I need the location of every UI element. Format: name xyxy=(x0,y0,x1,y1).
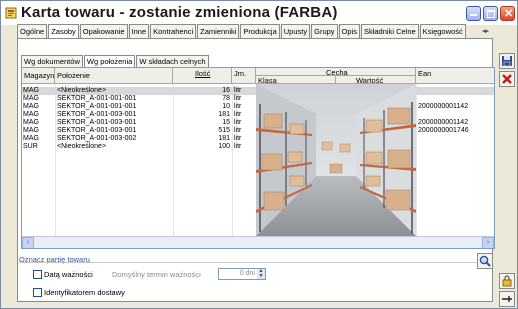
save-icon xyxy=(502,56,512,67)
item-card-icon xyxy=(5,7,17,19)
warehouse-image xyxy=(256,84,416,236)
cell-ilosc: 10 xyxy=(222,103,230,110)
cell-magazyn: MAG xyxy=(23,135,39,142)
column-header-klasa[interactable]: Klasa xyxy=(256,76,336,85)
item-card-window: Karta towaru - zostanie zmieniona (FARBA… xyxy=(0,0,518,309)
default-term-stepper[interactable]: 0 dni ▲ ▼ xyxy=(218,268,266,280)
tab-kontrahenci[interactable]: Kontrahenci xyxy=(150,24,197,38)
pin-button[interactable] xyxy=(499,291,515,307)
stepper-arrows-icon[interactable]: ▲ ▼ xyxy=(257,269,265,279)
stock-location-grid: Magazyn Położenie Ilość Jm. Cecha Klasa … xyxy=(21,67,495,249)
lock-icon xyxy=(502,275,512,287)
unlock-button[interactable] xyxy=(499,273,515,289)
column-header-ilosc[interactable]: Ilość xyxy=(173,68,232,84)
column-header-wartosc[interactable]: Wartość xyxy=(336,76,416,85)
window-title: Karta towaru - zostanie zmieniona (FARBA… xyxy=(21,4,338,21)
cell-jm: litr xyxy=(234,87,242,94)
cell-magazyn: MAG xyxy=(23,111,39,118)
close-icon xyxy=(502,74,512,84)
cell-jm: litr xyxy=(234,135,242,142)
cell-polozenie: SEKTOR_A-001-003-001 xyxy=(57,127,137,134)
cell-magazyn: MAG xyxy=(23,95,39,102)
cell-polozenie: SEKTOR_A-001-003-001 xyxy=(57,119,137,126)
cell-ean: 2000000001142 xyxy=(418,119,469,126)
cell-ean: 2000000001142 xyxy=(418,103,469,110)
horizontal-scrollbar[interactable]: ‹ › xyxy=(22,236,494,248)
pin-icon xyxy=(502,296,512,302)
cell-polozenie: <Nieokreślone> xyxy=(57,143,107,150)
sub-tabs: Wg dokumentów Wg położenia W składach ce… xyxy=(21,55,210,67)
cell-jm: litr xyxy=(234,95,242,102)
cell-polozenie: SEKTOR_A-001-001-001 xyxy=(57,95,137,102)
tab-grupy[interactable]: Grupy xyxy=(311,24,338,38)
cell-ilosc: 16 xyxy=(222,87,230,94)
tab-upusty[interactable]: Upusty xyxy=(280,24,311,38)
delivery-id-label: Identyfikatorem dostawy xyxy=(44,288,125,297)
cell-magazyn: MAG xyxy=(23,87,39,94)
tab-ksiegowosc[interactable]: Księgowość xyxy=(419,24,466,38)
close-button[interactable]: ✕ xyxy=(500,6,515,21)
cancel-button[interactable] xyxy=(499,71,515,87)
minimize-button[interactable] xyxy=(466,6,481,21)
tab-skladniki-celne[interactable]: Składniki Celne xyxy=(360,24,419,38)
tab-scroll-arrows[interactable]: ◂▸ xyxy=(482,27,494,35)
tab-opis[interactable]: Opis xyxy=(338,24,360,38)
cell-ilosc: 181 xyxy=(218,111,230,118)
search-button[interactable] xyxy=(477,253,493,269)
cell-ilosc: 181 xyxy=(218,135,230,142)
group-divider xyxy=(19,262,479,263)
tab-ogolne[interactable]: Ogólne xyxy=(17,24,48,38)
cell-polozenie: SEKTOR_A-001-003-001 xyxy=(57,111,137,118)
cell-ilosc: 100 xyxy=(218,143,230,150)
column-header-ean[interactable]: Ean xyxy=(416,68,494,84)
subtab-wg-dokumentow[interactable]: Wg dokumentów xyxy=(21,55,83,67)
search-icon xyxy=(479,255,491,267)
tab-zamienniki[interactable]: Zamienniki xyxy=(197,24,240,38)
tab-produkcja[interactable]: Produkcja xyxy=(240,24,280,38)
tab-zasoby[interactable]: Zasoby xyxy=(48,24,79,39)
default-term-value: 0 dni xyxy=(239,270,255,277)
cell-magazyn: MAG xyxy=(23,119,39,126)
tab-inne[interactable]: Inne xyxy=(128,24,150,38)
column-header-jm[interactable]: Jm. xyxy=(232,68,256,84)
cell-polozenie: SEKTOR_A-001-003-002 xyxy=(57,135,137,142)
cell-jm: litr xyxy=(234,103,242,110)
delivery-id-checkbox[interactable] xyxy=(33,288,42,297)
batch-marking-group: Oznacz partię towaru Datą ważności Domyś… xyxy=(19,255,479,299)
cell-polozenie: SEKTOR_A-001-001-001 xyxy=(57,103,137,110)
expiry-date-label: Datą ważności xyxy=(44,270,93,279)
column-header-cecha[interactable]: Cecha xyxy=(256,68,416,77)
subtab-w-skladach-celnych[interactable]: W składach celnych xyxy=(136,55,209,67)
cell-magazyn: MAG xyxy=(23,103,39,110)
cell-jm: litr xyxy=(234,119,242,126)
title-bar: Karta towaru - zostanie zmieniona (FARBA… xyxy=(1,1,517,25)
cell-ilosc: 515 xyxy=(218,127,230,134)
column-header-polozenie[interactable]: Położenie xyxy=(55,68,173,84)
cell-jm: litr xyxy=(234,143,242,150)
cell-jm: litr xyxy=(234,127,242,134)
scroll-left-icon[interactable]: ‹ xyxy=(22,237,34,248)
cell-ean: 2000000001746 xyxy=(418,127,469,134)
expiry-date-checkbox[interactable] xyxy=(33,270,42,279)
column-header-magazyn[interactable]: Magazyn xyxy=(22,68,55,84)
scroll-right-icon[interactable]: › xyxy=(482,237,494,248)
main-tabs: Ogólne Zasoby Opakowanie Inne Kontrahenc… xyxy=(17,24,467,39)
cell-magazyn: MAG xyxy=(23,127,39,134)
maximize-button[interactable] xyxy=(483,6,498,21)
tab-opakowanie[interactable]: Opakowanie xyxy=(79,24,128,38)
cell-ilosc: 15 xyxy=(222,119,230,126)
cell-magazyn: SUR xyxy=(23,143,38,150)
default-term-label: Domyślny termin ważności xyxy=(112,270,201,279)
save-button[interactable] xyxy=(499,53,515,69)
subtab-wg-polozenia[interactable]: Wg położenia xyxy=(83,55,136,67)
cell-ilosc: 78 xyxy=(222,95,230,102)
cell-polozenie: <Nieokreślone> xyxy=(57,87,107,94)
cell-jm: litr xyxy=(234,111,242,118)
